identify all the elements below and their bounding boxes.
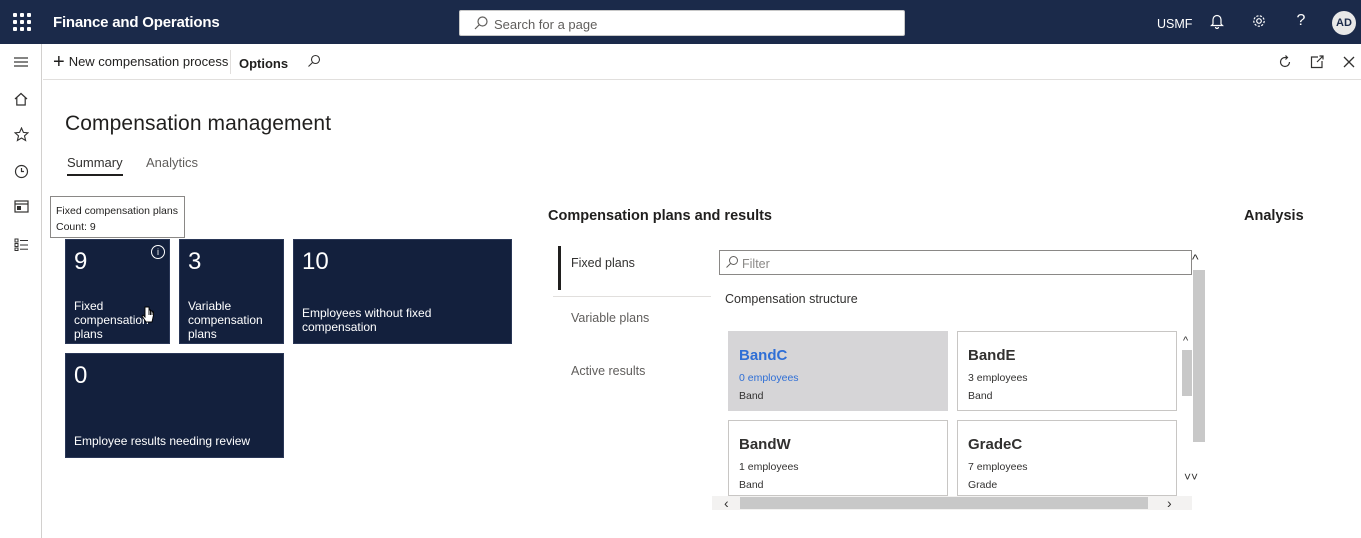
tab-variable-plans[interactable]: Variable plans (571, 311, 731, 325)
page-title: Compensation management (65, 112, 332, 135)
filter-placeholder: Filter (742, 257, 770, 271)
info-icon[interactable]: i (151, 245, 165, 259)
action-pane: + New compensation process Options (43, 44, 1361, 80)
home-icon[interactable] (11, 89, 31, 109)
plan-employees: 7 employees (968, 461, 1028, 473)
tab-active-results[interactable]: Active results (571, 364, 731, 378)
workspace-icon[interactable] (11, 196, 31, 216)
plan-employees: 0 employees (739, 372, 799, 384)
help-icon[interactable]: ? (1292, 12, 1310, 30)
tooltip-count: Count: 9 (56, 221, 96, 233)
app-title[interactable]: Finance and Operations (53, 14, 220, 31)
hand-cursor-icon (141, 306, 154, 323)
filter-search-icon (726, 256, 738, 268)
refresh-icon[interactable] (1277, 54, 1293, 70)
inner-scroll-up-arrow-icon[interactable]: ^ (1183, 334, 1188, 348)
clock-icon[interactable] (11, 161, 31, 181)
left-navigation-pane (0, 44, 42, 538)
scroll-left-arrow-icon[interactable]: ‹ (724, 496, 729, 510)
plan-employees: 1 employees (739, 461, 799, 473)
action-divider (230, 50, 231, 74)
tile-count: 0 (74, 362, 88, 389)
top-navigation-bar: Finance and Operations Search for a page… (0, 0, 1361, 44)
plan-type: Band (739, 390, 764, 402)
compensation-structure-label: Compensation structure (725, 292, 858, 306)
search-icon (474, 16, 488, 30)
plan-type: Band (739, 479, 764, 491)
selected-tab-indicator (558, 246, 561, 290)
plans-section-title: Compensation plans and results (548, 208, 772, 224)
employee-results-needing-review-tile[interactable]: 0 Employee results needing review (65, 353, 284, 458)
settings-gear-icon[interactable] (1250, 12, 1268, 30)
company-picker[interactable]: USMF (1157, 17, 1192, 31)
new-compensation-process-button[interactable]: + New compensation process (53, 50, 229, 73)
tile-label: Variable compensation plans (188, 299, 263, 341)
plan-name: GradeC (968, 436, 1023, 453)
filter-input[interactable]: Filter (719, 250, 1192, 275)
tab-analytics[interactable]: Analytics (146, 155, 198, 170)
inner-vertical-scroll-thumb[interactable] (1182, 350, 1192, 396)
new-compensation-process-label: New compensation process (68, 54, 229, 69)
tile-count: 9 (74, 248, 88, 275)
notifications-bell-icon[interactable] (1208, 12, 1226, 30)
plan-type: Grade (968, 479, 998, 491)
tile-label: Employees without fixed compensation (302, 306, 432, 334)
open-in-new-window-icon[interactable] (1309, 54, 1325, 70)
list-icon[interactable] (11, 234, 31, 254)
close-icon[interactable] (1341, 54, 1357, 70)
star-icon[interactable] (11, 124, 31, 144)
plan-employees: 3 employees (968, 372, 1028, 384)
outer-vertical-scroll-thumb[interactable] (1193, 270, 1205, 442)
plan-name: BandW (739, 436, 791, 453)
scroll-right-arrow-icon[interactable]: › (1167, 496, 1172, 510)
analysis-section-title: Analysis (1244, 208, 1304, 224)
tile-tooltip: Fixed compensation plans Count: 9 (50, 196, 185, 238)
tooltip-title: Fixed compensation plans (56, 205, 178, 217)
tab-fixed-plans[interactable]: Fixed plans (571, 256, 731, 270)
tile-label: Employee results needing review (74, 434, 251, 448)
options-tab[interactable]: Options (239, 56, 288, 71)
employees-without-fixed-compensation-tile[interactable]: 10 Employees without fixed compensation (293, 239, 512, 344)
search-placeholder: Search for a page (494, 17, 598, 32)
plan-card-bande[interactable]: BandE 3 employees Band (957, 331, 1177, 411)
variable-compensation-plans-tile[interactable]: 3 Variable compensation plans (179, 239, 284, 344)
plan-name: BandC (739, 347, 788, 364)
plan-card-gradec[interactable]: GradeC 7 employees Grade (957, 420, 1177, 496)
plan-type: Band (968, 390, 993, 402)
scroll-up-arrow-icon[interactable]: ^ (1192, 252, 1199, 266)
fixed-compensation-plans-tile[interactable]: 9 i Fixed compensation plans (65, 239, 170, 344)
tab-divider (553, 296, 711, 297)
app-launcher-icon[interactable] (0, 0, 44, 44)
hamburger-icon[interactable] (11, 52, 31, 72)
scroll-down-arrow-icon[interactable]: ˅˅ (1184, 470, 1198, 484)
tab-summary[interactable]: Summary (67, 155, 123, 176)
horizontal-scroll-thumb[interactable] (740, 497, 1148, 509)
plan-name: BandE (968, 347, 1016, 364)
action-search-icon[interactable] (307, 54, 321, 68)
tile-count: 3 (188, 248, 202, 275)
plus-icon: + (53, 50, 65, 73)
user-avatar[interactable]: AD (1332, 11, 1356, 35)
plan-card-bandc[interactable]: BandC 0 employees Band (728, 331, 948, 411)
tile-count: 10 (302, 248, 329, 275)
page-search-input[interactable]: Search for a page (459, 10, 905, 36)
plan-card-bandw[interactable]: BandW 1 employees Band (728, 420, 948, 496)
